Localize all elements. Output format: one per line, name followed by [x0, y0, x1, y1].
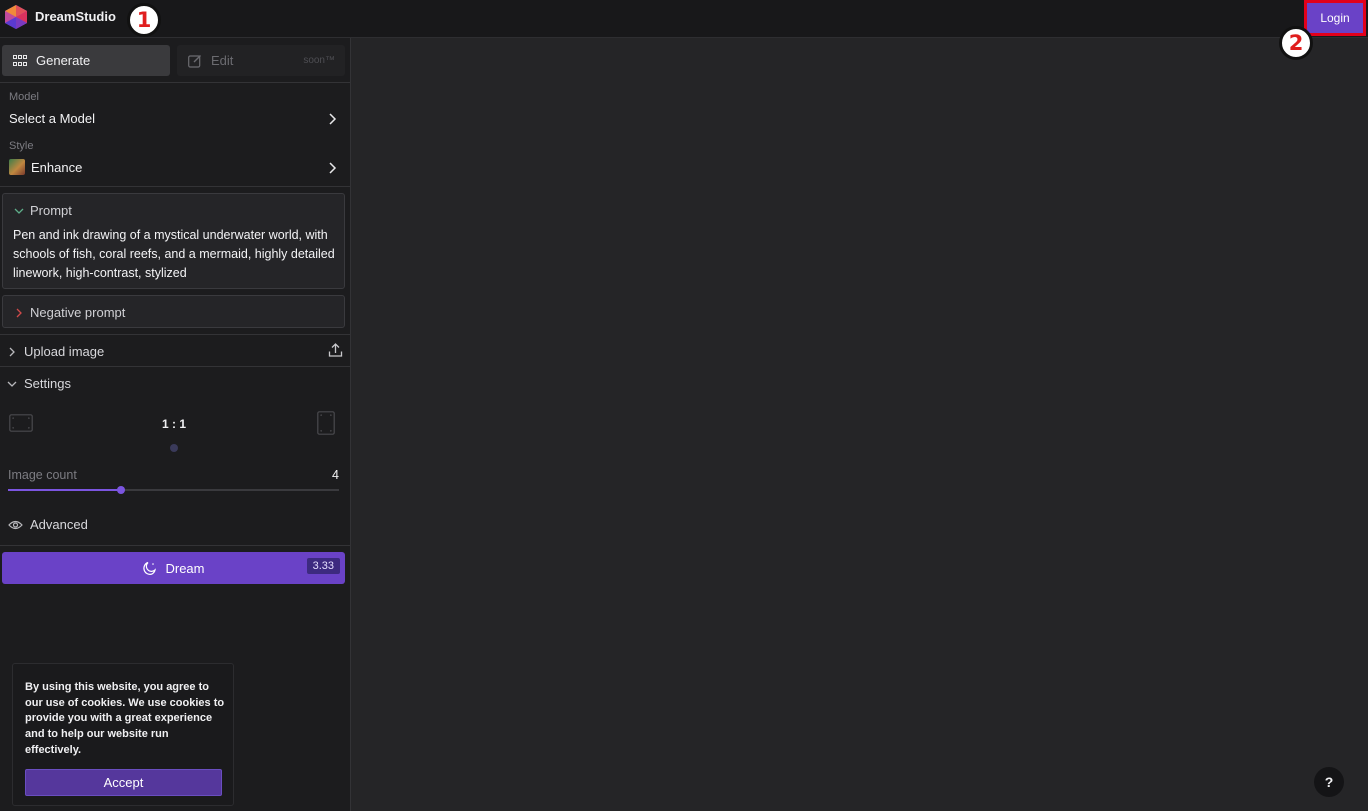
dreamstudio-logo-icon [5, 5, 27, 29]
upload-image-label: Upload image [24, 344, 105, 359]
negative-prompt-toggle[interactable]: Negative prompt [12, 305, 125, 320]
image-count-value: 4 [332, 468, 339, 482]
grid-icon [13, 54, 27, 66]
advanced-label: Advanced [30, 517, 88, 532]
cookie-text: By using this website, you agree to our … [25, 681, 225, 756]
tab-generate[interactable]: Generate [2, 45, 170, 76]
dream-label: Dream [165, 560, 205, 576]
settings-label: Settings [24, 376, 71, 391]
help-button[interactable]: ? [1314, 767, 1344, 797]
image-count-slider[interactable] [8, 486, 339, 494]
model-label: Model [9, 91, 39, 103]
settings-toggle[interactable]: Settings [6, 376, 71, 391]
image-count-slider-thumb[interactable] [117, 486, 126, 494]
image-count-slider-fill [8, 489, 122, 491]
app-name: DreamStudio [35, 9, 116, 24]
divider [0, 334, 351, 335]
credit-cost-badge: 3.33 [306, 558, 340, 574]
edit-soon-badge: soon™ [303, 55, 335, 66]
edit-icon [188, 54, 201, 68]
cookie-banner: By using this website, you agree to our … [12, 663, 234, 806]
prompt-label: Prompt [30, 203, 72, 218]
aspect-ratio-value: 1 : 1 [161, 417, 186, 431]
negative-prompt-panel[interactable]: Negative prompt [2, 295, 345, 328]
prompt-toggle[interactable]: Prompt [12, 203, 72, 218]
portrait-ratio-icon[interactable] [317, 411, 335, 435]
model-value: Select a Model [9, 111, 95, 126]
divider [0, 366, 351, 367]
tab-edit[interactable]: Edit soon™ [177, 45, 345, 76]
chevron-right-icon [9, 347, 15, 356]
chevron-right-icon[interactable] [326, 161, 338, 175]
chevron-right-icon [16, 308, 22, 317]
eye-icon [8, 520, 23, 529]
style-select[interactable]: Enhance [9, 159, 82, 175]
login-highlight: Login [1304, 0, 1366, 36]
moon-icon [143, 561, 157, 575]
upload-icon[interactable] [328, 342, 343, 358]
annotation-marker-2: 2 [1279, 26, 1313, 60]
advanced-toggle[interactable]: Advanced [8, 517, 88, 532]
prompt-input[interactable]: Pen and ink drawing of a mystical underw… [13, 226, 338, 283]
annotation-marker-1: 1 [127, 3, 161, 37]
chevron-down-icon [14, 208, 24, 214]
divider [0, 186, 351, 187]
dream-button[interactable]: Dream 3.33 [2, 552, 345, 584]
top-bar: DreamStudio 1 Login [0, 0, 1368, 38]
image-count-label: Image count [8, 468, 77, 482]
style-value: Enhance [31, 159, 83, 175]
tab-generate-label: Generate [36, 53, 91, 68]
prompt-panel: Prompt Pen and ink drawing of a mystical… [2, 193, 345, 289]
divider [0, 82, 351, 83]
landscape-ratio-icon[interactable] [9, 414, 33, 432]
aspect-ratio-slider-handle[interactable] [170, 444, 178, 452]
accept-cookies-button[interactable]: Accept [25, 769, 222, 796]
divider [0, 545, 351, 546]
chevron-right-icon[interactable] [326, 112, 338, 126]
tab-edit-label: Edit [211, 53, 234, 68]
style-thumbnail [9, 159, 25, 175]
upload-image-toggle[interactable]: Upload image [6, 344, 104, 359]
style-label: Style [9, 140, 34, 152]
login-button[interactable]: Login [1307, 3, 1363, 33]
chevron-down-icon [7, 381, 17, 387]
model-select[interactable]: Select a Model [9, 111, 95, 126]
negative-prompt-label: Negative prompt [30, 305, 126, 320]
